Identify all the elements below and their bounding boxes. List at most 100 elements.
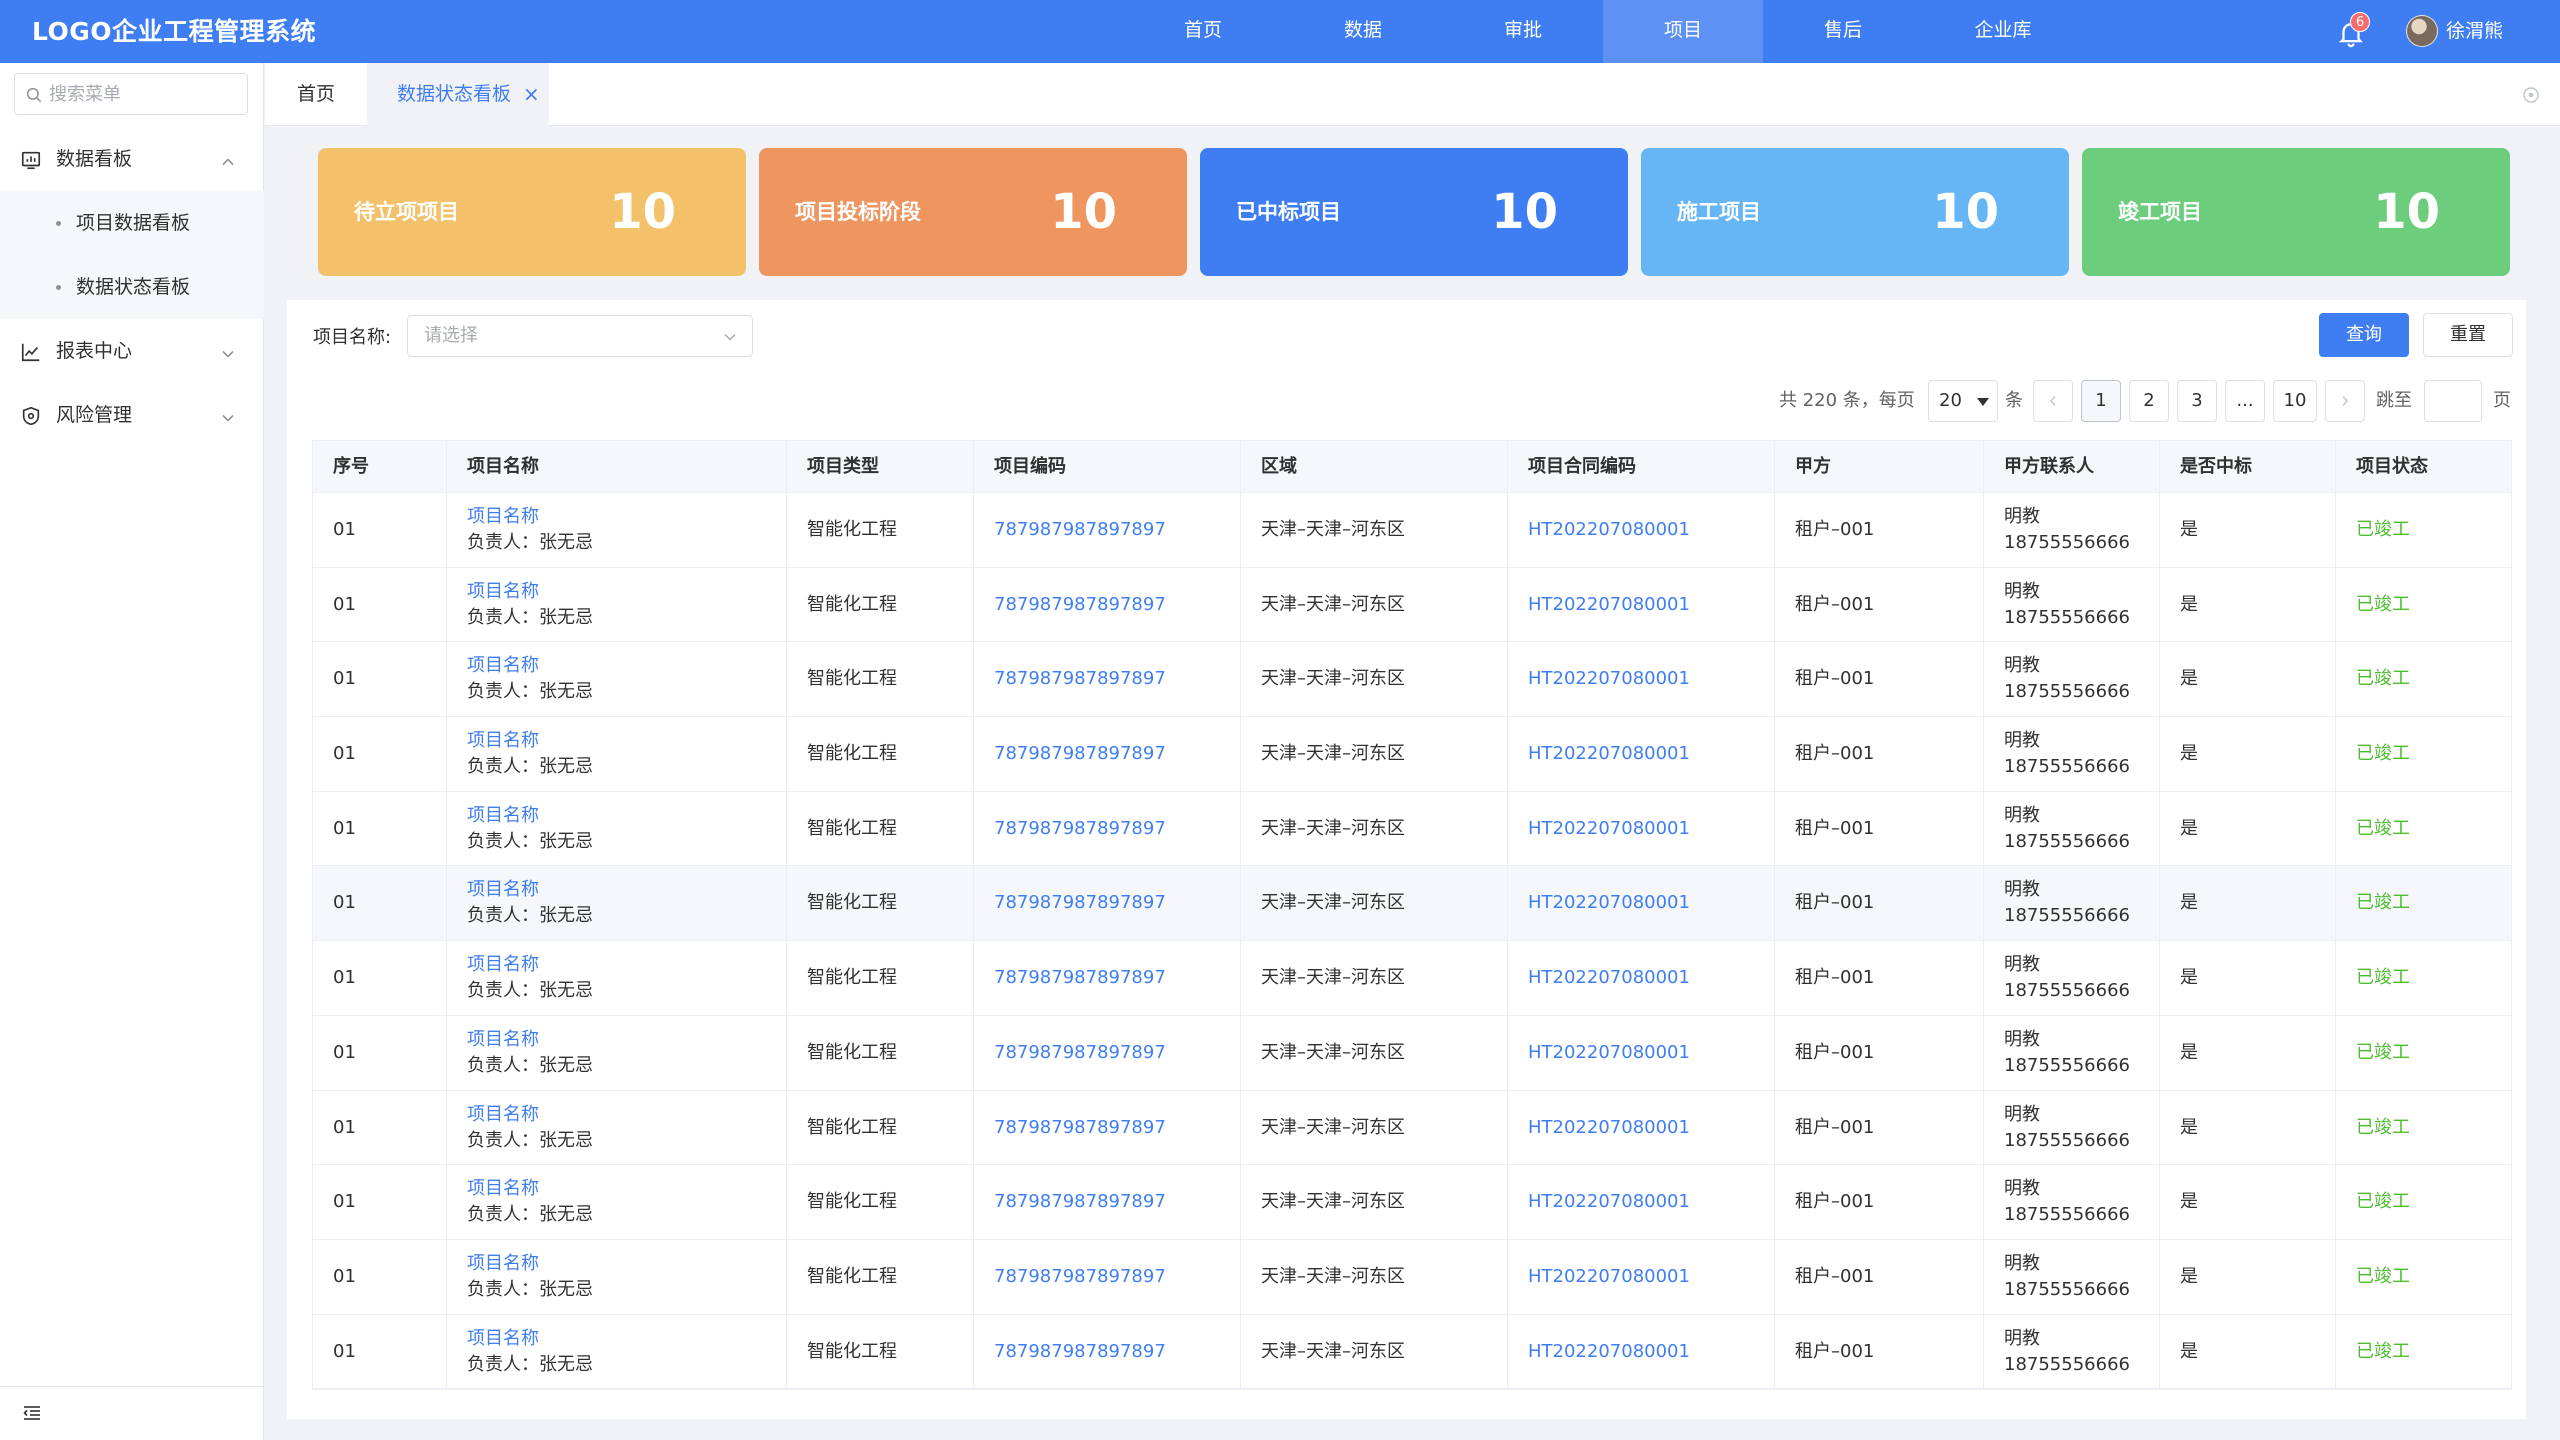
stat-card-construction-projects[interactable]: 施工项目 10 [1641, 148, 2069, 276]
column-header-status[interactable]: 项目状态 [2336, 441, 2511, 493]
cell-project-name-link[interactable]: 项目名称 [467, 1326, 786, 1352]
column-header-won[interactable]: 是否中标 [2160, 441, 2336, 493]
sidebar-search-input[interactable] [49, 74, 239, 114]
cell-contract-link[interactable]: HT202207080001 [1528, 1040, 1774, 1066]
table-row[interactable]: 01 项目名称 负责人：张无忌 智能化工程 787987987897897 天津–天津–河… [313, 791, 2511, 867]
cell-contract-link[interactable]: HT202207080001 [1528, 1115, 1774, 1141]
cell-contract-link[interactable]: HT202207080001 [1528, 816, 1774, 842]
tab-data-status-dashboard[interactable]: 数据状态看板 × [367, 63, 549, 126]
table-row[interactable]: 01 项目名称 负责人：张无忌 智能化工程 787987987897897 天津–天津–河… [313, 493, 2511, 568]
page-ellipsis-button[interactable]: ... [2225, 380, 2265, 422]
next-page-button[interactable] [2325, 380, 2365, 422]
cell-project-name-link[interactable]: 项目名称 [467, 1102, 786, 1128]
sidebar-group-data-dashboard[interactable]: 数据看板 [0, 127, 264, 191]
cell-code-link[interactable]: 787987987897897 [994, 965, 1240, 991]
table-row[interactable]: 01 项目名称 负责人：张无忌 智能化工程 787987987897897 天津–天津–河… [313, 717, 2511, 792]
stat-card-completed-projects[interactable]: 竣工项目 10 [2082, 148, 2510, 276]
cell-code-link[interactable]: 787987987897897 [994, 816, 1240, 842]
cell-party: 租户–001 [1795, 1116, 1875, 1138]
cell-project-name-link[interactable]: 项目名称 [467, 877, 786, 903]
page-2-button[interactable]: 2 [2129, 380, 2169, 422]
cell-code-link[interactable]: 787987987897897 [994, 1189, 1240, 1215]
sidebar-group-report-center[interactable]: 报表中心 [0, 319, 264, 383]
sidebar-group-risk-management[interactable]: 风险管理 [0, 383, 264, 447]
table-row[interactable]: 01 项目名称 负责人：张无忌 智能化工程 787987987897897 天津–天津–河… [313, 1165, 2511, 1240]
page-3-button[interactable]: 3 [2177, 380, 2217, 422]
cell-contract-link[interactable]: HT202207080001 [1528, 965, 1774, 991]
top-nav-project[interactable]: 项目 [1603, 0, 1763, 63]
table-row[interactable]: 01 项目名称 负责人：张无忌 智能化工程 787987987897897 天津–天津–河… [313, 1239, 2511, 1315]
cell-project-name-link[interactable]: 项目名称 [467, 728, 786, 754]
column-header-no[interactable]: 序号 [313, 441, 447, 493]
cell-code-link[interactable]: 787987987897897 [994, 592, 1240, 618]
cell-status: 已竣工 [2356, 967, 2410, 989]
top-nav-data[interactable]: 数据 [1283, 0, 1443, 63]
cell-contract-link[interactable]: HT202207080001 [1528, 666, 1774, 692]
sidebar-collapse-button[interactable] [0, 1386, 264, 1440]
cell-contract-link[interactable]: HT202207080001 [1528, 1189, 1774, 1215]
table-row[interactable]: 01 项目名称 负责人：张无忌 智能化工程 787987987897897 天津–天津–河… [313, 941, 2511, 1016]
avatar[interactable] [2406, 15, 2438, 47]
cell-contract-link[interactable]: HT202207080001 [1528, 890, 1774, 916]
table-row[interactable]: 01 项目名称 负责人：张无忌 智能化工程 787987987897897 天津–天津–河… [313, 1090, 2511, 1166]
cell-contract-link[interactable]: HT202207080001 [1528, 517, 1774, 543]
column-header-type[interactable]: 项目类型 [787, 441, 974, 493]
top-nav-enterprise-library[interactable]: 企业库 [1923, 0, 2083, 63]
project-name-select[interactable]: 请选择 [407, 315, 753, 357]
page-1-button[interactable]: 1 [2081, 380, 2121, 422]
cell-contract-link[interactable]: HT202207080001 [1528, 1339, 1774, 1365]
column-header-code[interactable]: 项目编码 [974, 441, 1241, 493]
table-cell: 是 [2160, 493, 2336, 567]
cell-contract-link[interactable]: HT202207080001 [1528, 592, 1774, 618]
cell-code-link[interactable]: 787987987897897 [994, 741, 1240, 767]
table-cell: 智能化工程 [787, 493, 974, 567]
cell-project-name-link[interactable]: 项目名称 [467, 1176, 786, 1202]
cell-project-name-link[interactable]: 项目名称 [467, 653, 786, 679]
cell-contract-link[interactable]: HT202207080001 [1528, 1264, 1774, 1290]
table-row[interactable]: 01 项目名称 负责人：张无忌 智能化工程 787987987897897 天津–天津–河… [313, 567, 2511, 643]
query-button[interactable]: 查询 [2319, 313, 2409, 357]
user-name[interactable]: 徐渭熊 [2446, 0, 2503, 63]
table-row[interactable]: 01 项目名称 负责人：张无忌 智能化工程 787987987897897 天津–天津–河… [313, 866, 2511, 942]
cell-code-link[interactable]: 787987987897897 [994, 666, 1240, 692]
table-row[interactable]: 01 项目名称 负责人：张无忌 智能化工程 787987987897897 天津–天津–河… [313, 642, 2511, 718]
cell-code-link[interactable]: 787987987897897 [994, 1339, 1240, 1365]
cell-code-link[interactable]: 787987987897897 [994, 1040, 1240, 1066]
page-10-button[interactable]: 10 [2273, 380, 2317, 422]
column-header-contract[interactable]: 项目合同编码 [1508, 441, 1775, 493]
close-icon[interactable]: × [523, 63, 540, 126]
stat-card-pending-projects[interactable]: 待立项项目 10 [318, 148, 746, 276]
cell-project-name-link[interactable]: 项目名称 [467, 952, 786, 978]
top-nav-approval[interactable]: 审批 [1443, 0, 1603, 63]
cell-project-name-link[interactable]: 项目名称 [467, 579, 786, 605]
tab-home[interactable]: 首页 [265, 63, 367, 126]
sidebar-item-project-data-dashboard[interactable]: 项目数据看板 [0, 191, 264, 255]
more-circle-icon[interactable] [2522, 85, 2540, 103]
table-row[interactable]: 01 项目名称 负责人：张无忌 智能化工程 787987987897897 天津–天津–河… [313, 1314, 2511, 1390]
page-size-select[interactable]: 20 [1928, 380, 1998, 422]
cell-code-link[interactable]: 787987987897897 [994, 1115, 1240, 1141]
cell-code-link[interactable]: 787987987897897 [994, 517, 1240, 543]
column-header-contact[interactable]: 甲方联系人 [1984, 441, 2160, 493]
top-nav-after-sales[interactable]: 售后 [1763, 0, 1923, 63]
stat-card-won-projects[interactable]: 已中标项目 10 [1200, 148, 1628, 276]
cell-project-name-link[interactable]: 项目名称 [467, 1027, 786, 1053]
cell-project-name-link[interactable]: 项目名称 [467, 504, 786, 530]
table-cell: HT202207080001 [1508, 1090, 1775, 1165]
top-nav-home[interactable]: 首页 [1123, 0, 1283, 63]
table-row[interactable]: 01 项目名称 负责人：张无忌 智能化工程 787987987897897 天津–天津–河… [313, 1015, 2511, 1091]
reset-button[interactable]: 重置 [2423, 313, 2513, 357]
column-header-party[interactable]: 甲方 [1775, 441, 1984, 493]
cell-code-link[interactable]: 787987987897897 [994, 1264, 1240, 1290]
cell-project-name-link[interactable]: 项目名称 [467, 1251, 786, 1277]
sidebar-item-data-status-dashboard[interactable]: 数据状态看板 [0, 255, 264, 319]
cell-contract-link[interactable]: HT202207080001 [1528, 741, 1774, 767]
cell-code-link[interactable]: 787987987897897 [994, 890, 1240, 916]
jump-page-input[interactable] [2424, 380, 2482, 422]
cell-project-name-link[interactable]: 项目名称 [467, 803, 786, 829]
prev-page-button[interactable] [2033, 380, 2073, 422]
stat-card-bidding-projects[interactable]: 项目投标阶段 10 [759, 148, 1187, 276]
stat-value: 10 [1050, 184, 1117, 240]
column-header-region[interactable]: 区域 [1241, 441, 1508, 493]
column-header-name[interactable]: 项目名称 [447, 441, 787, 493]
